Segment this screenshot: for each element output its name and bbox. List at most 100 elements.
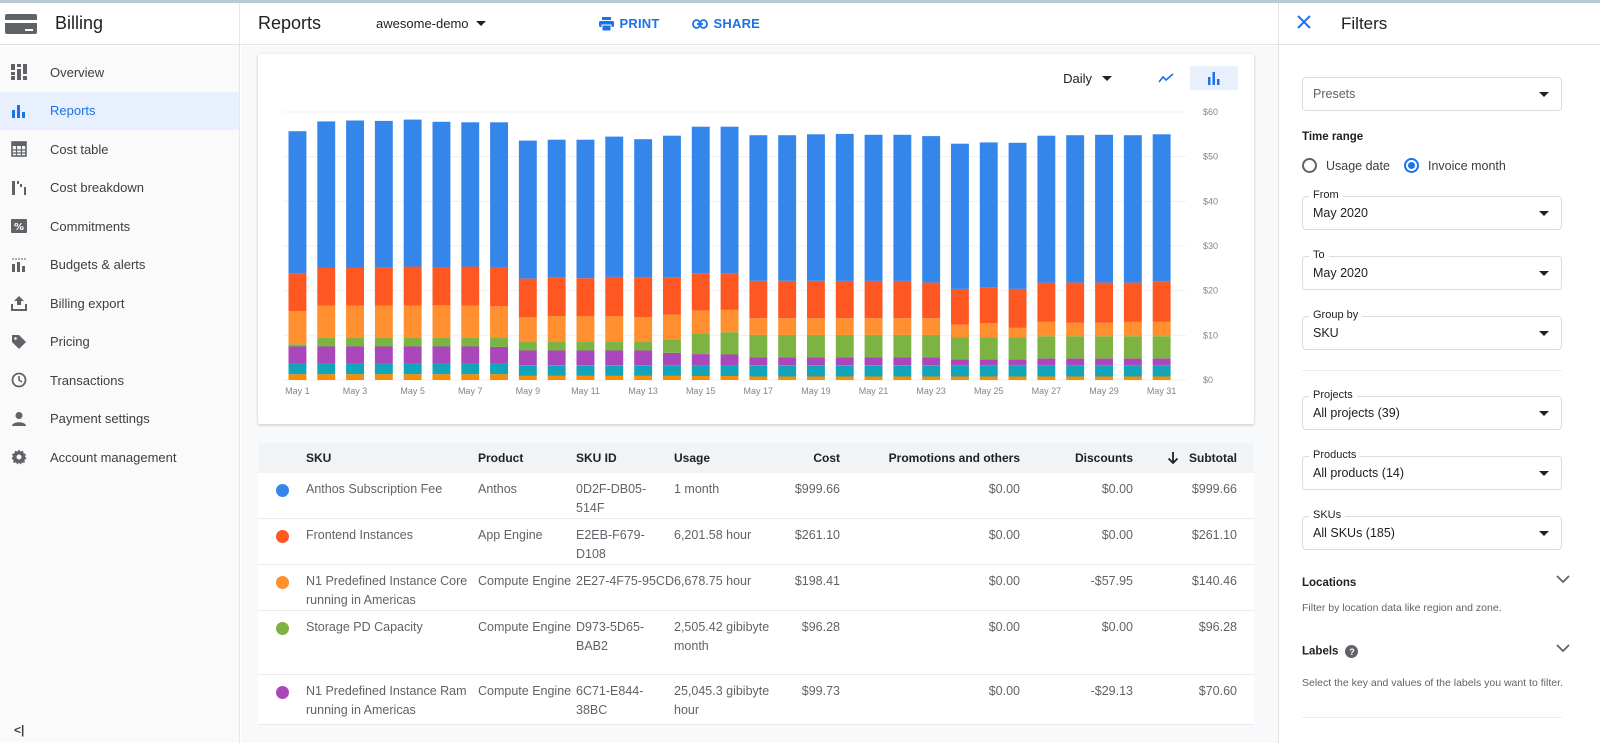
bar-segment[interactable]	[778, 135, 797, 281]
bar-segment[interactable]	[720, 273, 739, 310]
bar-segment[interactable]	[518, 350, 537, 366]
bar-segment[interactable]	[547, 316, 566, 342]
bar-segment[interactable]	[922, 318, 941, 335]
bar-segment[interactable]	[1152, 376, 1171, 380]
bar-segment[interactable]	[835, 280, 854, 319]
projects-select[interactable]: Projects All projects (39)	[1302, 389, 1562, 430]
bar-segment[interactable]	[403, 346, 422, 364]
bar-segment[interactable]	[979, 337, 998, 360]
skus-select[interactable]: SKUs All SKUs (185)	[1302, 509, 1562, 550]
group-by-select[interactable]: Group by SKU	[1302, 309, 1562, 350]
bar-segment[interactable]	[1152, 281, 1171, 322]
bar-segment[interactable]	[518, 140, 537, 279]
bar-segment[interactable]	[893, 280, 912, 319]
radio-invoice-month[interactable]: Invoice month	[1404, 158, 1506, 173]
collapse-sidebar-button[interactable]: <|	[14, 723, 24, 737]
bar-segment[interactable]	[547, 341, 566, 351]
bar-segment[interactable]	[749, 334, 768, 358]
radio-usage-date[interactable]: Usage date	[1302, 158, 1390, 173]
bar-segment[interactable]	[605, 365, 624, 376]
bar-segment[interactable]	[346, 305, 364, 338]
bar-segment[interactable]	[951, 365, 969, 377]
bar-segment[interactable]	[576, 139, 595, 279]
column-header-sku[interactable]: SKU	[306, 451, 478, 465]
bar-segment[interactable]	[663, 352, 681, 366]
bar-segment[interactable]	[432, 363, 451, 375]
bar-segment[interactable]	[778, 365, 797, 377]
sidebar-item-transactions[interactable]: Transactions	[0, 361, 239, 400]
bar-segment[interactable]	[288, 131, 307, 274]
granularity-select[interactable]: Daily	[1063, 71, 1112, 86]
bar-segment[interactable]	[663, 365, 681, 376]
bar-segment[interactable]	[663, 277, 681, 315]
bar-segment[interactable]	[403, 337, 422, 347]
bar-segment[interactable]	[634, 317, 653, 342]
presets-select[interactable]: Presets	[1302, 77, 1562, 111]
bar-segment[interactable]	[1123, 135, 1142, 283]
bar-segment[interactable]	[1123, 336, 1142, 359]
bar-segment[interactable]	[778, 318, 797, 335]
bar-segment[interactable]	[317, 374, 336, 380]
bar-segment[interactable]	[461, 266, 480, 306]
bar-segment[interactable]	[634, 139, 653, 278]
column-header-cost[interactable]: Cost	[774, 451, 840, 465]
bar-segment[interactable]	[1037, 282, 1056, 322]
column-header-subtotal[interactable]: Subtotal	[1133, 451, 1237, 465]
bar-segment[interactable]	[288, 346, 307, 364]
sidebar-item-cost-breakdown[interactable]: Cost breakdown	[0, 169, 239, 208]
bar-segment[interactable]	[864, 357, 883, 366]
bar-segment[interactable]	[432, 121, 451, 267]
bar-segment[interactable]	[374, 363, 393, 375]
bar-segment[interactable]	[1123, 282, 1142, 322]
table-row[interactable]: Frontend Instances App Engine E2EB-F679-D1…	[258, 519, 1254, 565]
bar-segment[interactable]	[922, 282, 941, 319]
bar-segment[interactable]	[663, 135, 681, 278]
bar-segment[interactable]	[893, 334, 912, 358]
bar-segment[interactable]	[288, 374, 307, 380]
bar-segment[interactable]	[720, 332, 739, 355]
bar-segment[interactable]	[1008, 376, 1027, 380]
bar-segment[interactable]	[1152, 365, 1171, 377]
bar-segment[interactable]	[605, 136, 624, 277]
bar-segment[interactable]	[461, 346, 480, 364]
bar-segment[interactable]	[893, 365, 912, 377]
bar-segment[interactable]	[518, 341, 537, 351]
bar-segment[interactable]	[403, 305, 422, 338]
bar-segment[interactable]	[490, 122, 508, 268]
bar-segment[interactable]	[374, 267, 393, 306]
bar-segment[interactable]	[1037, 376, 1056, 380]
bar-segment[interactable]	[663, 339, 681, 353]
bar-segment[interactable]	[1008, 365, 1027, 377]
bar-segment[interactable]	[461, 374, 480, 380]
bar-segment[interactable]	[749, 135, 768, 281]
products-select[interactable]: Products All products (14)	[1302, 449, 1562, 490]
column-header-sku-id[interactable]: SKU ID	[576, 451, 674, 465]
bar-segment[interactable]	[922, 376, 941, 380]
sidebar-item-pricing[interactable]: Pricing	[0, 323, 239, 362]
bar-segment[interactable]	[922, 365, 941, 377]
bar-segment[interactable]	[547, 350, 566, 366]
bar-segment[interactable]	[634, 277, 653, 317]
bar-segment[interactable]	[691, 365, 710, 376]
bar-segment[interactable]	[778, 280, 797, 319]
bar-segment[interactable]	[720, 126, 739, 274]
bar-segment[interactable]	[317, 337, 336, 347]
bar-segment[interactable]	[951, 288, 969, 325]
bar-segment[interactable]	[835, 365, 854, 377]
bar-segment[interactable]	[432, 305, 451, 338]
bar-segment[interactable]	[893, 357, 912, 366]
bar-segment[interactable]	[691, 126, 710, 274]
bar-segment[interactable]	[346, 346, 364, 364]
bar-segment[interactable]	[576, 341, 595, 351]
bar-segment[interactable]	[691, 310, 710, 334]
bar-chart-button[interactable]	[1190, 66, 1238, 90]
labels-section[interactable]: Labels?	[1302, 645, 1359, 658]
bar-segment[interactable]	[1037, 365, 1056, 377]
bar-segment[interactable]	[317, 267, 336, 306]
bar-segment[interactable]	[490, 267, 508, 307]
bar-segment[interactable]	[403, 266, 422, 306]
radio-button-selected[interactable]	[1404, 158, 1419, 173]
bar-segment[interactable]	[461, 337, 480, 347]
bar-segment[interactable]	[547, 365, 566, 376]
bar-segment[interactable]	[835, 357, 854, 366]
